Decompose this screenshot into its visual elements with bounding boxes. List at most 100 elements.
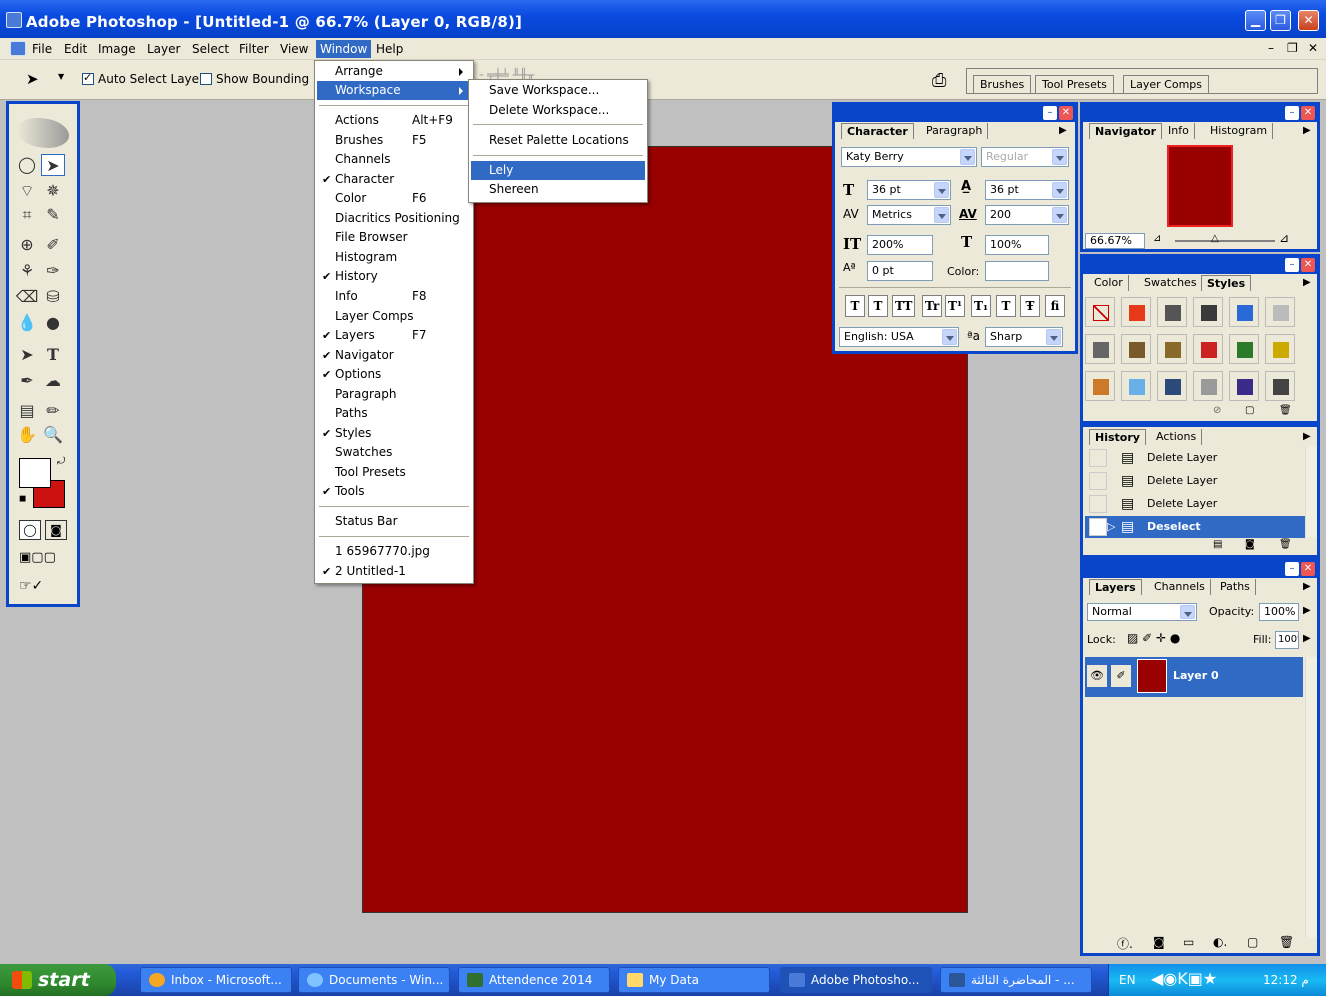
- adjustment-layer-icon[interactable]: ◐.: [1213, 935, 1227, 949]
- layer-style-icon[interactable]: ⓕ.: [1117, 935, 1133, 952]
- fill-arrow-icon[interactable]: ▶: [1303, 633, 1311, 644]
- crop-tool-icon[interactable]: ⌗: [15, 204, 39, 226]
- menu-item-styles[interactable]: ✔ Styles: [317, 424, 471, 443]
- tab-history[interactable]: History: [1089, 429, 1146, 445]
- layers-scrollbar[interactable]: [1305, 657, 1317, 937]
- style-preset-swatch[interactable]: [1229, 297, 1259, 327]
- style-preset-swatch[interactable]: [1229, 371, 1259, 401]
- palette-close-icon[interactable]: ✕: [1301, 258, 1315, 272]
- slice-tool-icon[interactable]: ✎: [41, 204, 65, 226]
- doc-restore-icon[interactable]: ❐: [1287, 41, 1298, 55]
- new-style-icon[interactable]: ▢: [1245, 405, 1254, 416]
- history-item[interactable]: ▤ Delete Layer: [1085, 447, 1305, 469]
- palette-menu-icon[interactable]: ▶: [1303, 125, 1311, 136]
- palette-menu-icon[interactable]: ▶: [1303, 277, 1311, 288]
- text-style-button[interactable]: T: [868, 295, 888, 317]
- style-preset-swatch[interactable]: [1121, 371, 1151, 401]
- menu-item-options[interactable]: ✔ Options: [317, 365, 471, 384]
- palette-well-icon[interactable]: ⎙: [932, 70, 946, 91]
- menu-item-character[interactable]: ✔ Character: [317, 170, 471, 189]
- fill-field[interactable]: 100%: [1275, 631, 1299, 649]
- menu-item-file-browser[interactable]: File Browser: [317, 228, 471, 247]
- menu-item-layers[interactable]: ✔ Layers F7: [317, 326, 471, 345]
- visibility-eye-icon[interactable]: 👁: [1087, 665, 1107, 687]
- hand-tool-icon[interactable]: ✋: [15, 424, 39, 446]
- style-preset-swatch[interactable]: [1193, 334, 1223, 364]
- style-preset-swatch[interactable]: [1157, 334, 1187, 364]
- menu-item-status-bar[interactable]: Status Bar: [317, 512, 471, 531]
- menu-item-document[interactable]: 1 65967770.jpg: [317, 542, 471, 561]
- tab-color[interactable]: Color: [1089, 275, 1129, 291]
- start-button[interactable]: start: [0, 964, 116, 996]
- tab-layers[interactable]: Layers: [1089, 579, 1142, 595]
- auto-select-checkbox[interactable]: ✓: [82, 71, 94, 85]
- layer-set-icon[interactable]: ▭: [1183, 935, 1194, 949]
- zoom-slider-handle[interactable]: △: [1211, 233, 1219, 244]
- text-style-button[interactable]: ﬁ: [1045, 295, 1065, 317]
- menu-item-document[interactable]: ✔ 2 Untitled-1: [317, 562, 471, 581]
- minimize-button[interactable]: ▁: [1245, 10, 1266, 31]
- move-tool-icon[interactable]: ➤: [41, 154, 65, 176]
- palette-close-icon[interactable]: ✕: [1059, 106, 1073, 120]
- language-indicator[interactable]: EN: [1119, 973, 1136, 987]
- task-my-data[interactable]: My Data: [618, 967, 770, 993]
- notes-tool-icon[interactable]: ▤: [15, 400, 39, 422]
- delete-style-icon[interactable]: 🗑: [1279, 405, 1292, 416]
- horizontal-scale-field[interactable]: 100%: [985, 235, 1049, 255]
- antialias-select[interactable]: Sharp: [985, 327, 1063, 347]
- style-preset-swatch[interactable]: [1121, 297, 1151, 327]
- style-preset-swatch[interactable]: [1121, 334, 1151, 364]
- menu-select[interactable]: Select: [188, 40, 233, 58]
- language-select[interactable]: English: USA: [839, 327, 959, 347]
- shape-tool-icon[interactable]: ☁: [41, 370, 65, 392]
- text-style-button[interactable]: TT: [892, 295, 916, 317]
- paint-bucket-icon[interactable]: ⛁: [41, 286, 65, 308]
- menu-item-workspace[interactable]: Workspace: [317, 81, 471, 100]
- lock-icons[interactable]: ▨ ✐ ✛ ●: [1127, 631, 1180, 645]
- doc-minimize-icon[interactable]: –: [1268, 41, 1274, 55]
- zoom-out-icon[interactable]: ⊿: [1153, 233, 1161, 244]
- dodge-tool-icon[interactable]: ●: [41, 312, 65, 334]
- task-attendence[interactable]: Attendence 2014: [458, 967, 610, 993]
- tool-preset-dropdown-icon[interactable]: ▼: [58, 72, 64, 81]
- style-preset-swatch[interactable]: [1157, 297, 1187, 327]
- menu-item-diacritics-positioning[interactable]: Diacritics Positioning: [317, 209, 471, 228]
- menu-view[interactable]: View: [276, 40, 312, 58]
- menu-item-paths[interactable]: Paths: [317, 404, 471, 423]
- menu-item-tool-presets[interactable]: Tool Presets: [317, 463, 471, 482]
- palette-close-icon[interactable]: ✕: [1301, 106, 1315, 120]
- delete-state-icon[interactable]: 🗑: [1279, 539, 1292, 550]
- menu-layer[interactable]: Layer: [143, 40, 184, 58]
- style-preset-swatch[interactable]: [1229, 334, 1259, 364]
- task-arabic-doc[interactable]: المحاضرة الثالثة - ...: [940, 967, 1092, 993]
- vertical-scale-field[interactable]: 200%: [867, 235, 933, 255]
- text-style-button[interactable]: T: [996, 295, 1016, 317]
- blur-tool-icon[interactable]: 💧: [15, 312, 39, 334]
- palette-menu-icon[interactable]: ▶: [1303, 581, 1311, 592]
- menu-filter[interactable]: Filter: [235, 40, 273, 58]
- layer-name[interactable]: Layer 0: [1173, 669, 1219, 682]
- show-bounding-checkbox[interactable]: [200, 73, 212, 85]
- style-preset-swatch[interactable]: [1157, 371, 1187, 401]
- menu-item-delete-workspace[interactable]: Delete Workspace...: [471, 101, 645, 120]
- opacity-arrow-icon[interactable]: ▶: [1303, 605, 1311, 616]
- menu-item-workspace-shereen[interactable]: Shereen: [471, 180, 645, 199]
- palette-minimize-icon[interactable]: –: [1285, 258, 1299, 272]
- tab-actions[interactable]: Actions: [1151, 429, 1203, 445]
- font-style-select[interactable]: Regular: [981, 147, 1069, 167]
- lasso-tool-icon[interactable]: ⌔: [15, 180, 39, 202]
- menu-item-actions[interactable]: Actions Alt+F9: [317, 111, 471, 130]
- menu-item-tools[interactable]: ✔ Tools: [317, 482, 471, 501]
- tab-histogram[interactable]: Histogram: [1205, 123, 1274, 139]
- style-preset-swatch[interactable]: [1265, 371, 1295, 401]
- tab-styles[interactable]: Styles: [1201, 275, 1252, 291]
- menu-item-swatches[interactable]: Swatches: [317, 443, 471, 462]
- menu-item-layer-comps[interactable]: Layer Comps: [317, 307, 471, 326]
- text-style-button[interactable]: T¹: [945, 295, 966, 317]
- opacity-field[interactable]: 100%: [1259, 603, 1299, 621]
- history-brush-icon[interactable]: ✑: [41, 260, 65, 282]
- swap-colors-icon[interactable]: ⤾: [57, 456, 65, 467]
- blend-mode-select[interactable]: Normal: [1087, 603, 1197, 621]
- style-preset-swatch[interactable]: [1265, 334, 1295, 364]
- brush-tool-icon[interactable]: ✐: [41, 234, 65, 256]
